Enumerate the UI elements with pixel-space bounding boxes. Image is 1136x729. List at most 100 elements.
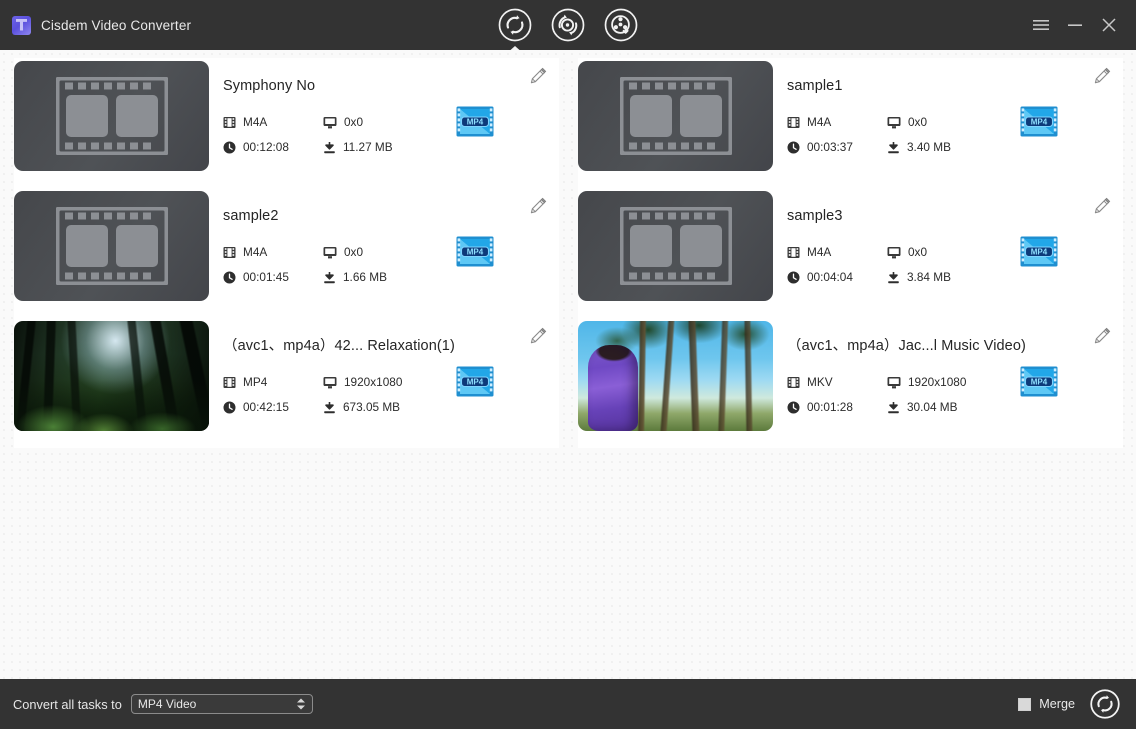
meta-format: M4A — [787, 115, 887, 129]
stepper-arrows-icon[interactable] — [296, 698, 305, 710]
task-metadata: MP4 1920x1080 00:42:15 673.05 MB — [223, 375, 463, 414]
svg-text:MP4: MP4 — [1031, 247, 1048, 256]
task-thumbnail — [578, 191, 773, 301]
meta-format-value: M4A — [807, 245, 832, 259]
meta-size-value: 3.40 MB — [907, 140, 951, 154]
meta-format: M4A — [787, 245, 887, 259]
task-row[interactable]: Symphony No M4A 0x0 00:12:08 11.27 MB MP… — [14, 58, 559, 188]
meta-duration-value: 00:42:15 — [243, 400, 289, 414]
start-convert-button[interactable] — [1088, 687, 1122, 721]
meta-format-value: M4A — [807, 115, 832, 129]
meta-size-value: 1.66 MB — [343, 270, 387, 284]
task-thumbnail — [578, 321, 773, 431]
task-metadata: M4A 0x0 00:12:08 11.27 MB — [223, 115, 463, 154]
cisdem-app-logo-icon — [12, 15, 31, 35]
task-info: （avc1、mp4a）Jac...l Music Video) MKV 1920… — [773, 318, 1123, 448]
tab-convert[interactable] — [496, 6, 534, 44]
meta-size: 3.40 MB — [887, 140, 1027, 154]
meta-resolution: 1920x1080 — [323, 375, 463, 389]
meta-duration: 00:03:37 — [787, 140, 887, 154]
task-row[interactable]: sample1 M4A 0x0 00:03:37 3.40 MB MP4 — [578, 58, 1123, 188]
meta-resolution-value: 0x0 — [908, 115, 928, 129]
task-info: sample2 M4A 0x0 00:01:45 1.66 MB MP4 — [209, 188, 559, 318]
pencil-edit-icon[interactable] — [527, 327, 547, 347]
tab-downloader[interactable] — [602, 6, 640, 44]
meta-format-value: M4A — [243, 115, 268, 129]
task-info: Symphony No M4A 0x0 00:12:08 11.27 MB MP… — [209, 58, 559, 188]
pencil-edit-icon[interactable] — [527, 67, 547, 87]
task-info: sample3 M4A 0x0 00:04:04 3.84 MB MP4 — [773, 188, 1123, 318]
output-format-badge[interactable]: MP4 — [1020, 106, 1058, 137]
meta-format-value: M4A — [243, 245, 268, 259]
task-thumbnail — [14, 321, 209, 431]
pencil-edit-icon[interactable] — [527, 197, 547, 217]
task-thumbnail — [14, 61, 209, 171]
meta-format: MP4 — [223, 375, 323, 389]
pencil-edit-icon[interactable] — [1091, 327, 1111, 347]
meta-duration: 00:04:04 — [787, 270, 887, 284]
meta-format: MKV — [787, 375, 887, 389]
task-title: sample3 — [787, 208, 843, 224]
meta-size-value: 673.05 MB — [343, 400, 401, 414]
meta-size: 11.27 MB — [323, 140, 463, 154]
merge-checkbox-box[interactable] — [1018, 697, 1032, 711]
meta-duration: 00:42:15 — [223, 400, 323, 414]
bottom-bar: Convert all tasks to MP4 Video Merge — [0, 679, 1136, 729]
window-controls — [1024, 0, 1136, 50]
meta-duration-value: 00:01:45 — [243, 270, 289, 284]
task-row[interactable]: sample3 M4A 0x0 00:04:04 3.84 MB MP4 — [578, 188, 1123, 318]
meta-format-value: MP4 — [243, 375, 268, 389]
convert-all-label: Convert all tasks to — [13, 696, 122, 712]
svg-text:MP4: MP4 — [467, 377, 484, 386]
merge-label: Merge — [1039, 697, 1075, 711]
output-format-badge[interactable]: MP4 — [456, 366, 494, 397]
output-format-select-value: MP4 Video — [137, 697, 197, 711]
meta-duration-value: 00:12:08 — [243, 140, 289, 154]
task-metadata: MKV 1920x1080 00:01:28 30.04 MB — [787, 375, 1027, 414]
meta-resolution-value: 0x0 — [344, 245, 364, 259]
hamburger-menu-icon[interactable] — [1024, 8, 1058, 42]
meta-format: M4A — [223, 115, 323, 129]
meta-format-value: MKV — [807, 375, 833, 389]
tab-dvd-ripper[interactable] — [549, 6, 587, 44]
minimize-icon[interactable] — [1058, 8, 1092, 42]
task-row[interactable]: sample2 M4A 0x0 00:01:45 1.66 MB MP4 — [14, 188, 559, 318]
meta-resolution: 0x0 — [323, 245, 463, 259]
meta-resolution-value: 0x0 — [908, 245, 928, 259]
task-thumbnail — [578, 61, 773, 171]
pencil-edit-icon[interactable] — [1091, 67, 1111, 87]
meta-size-value: 3.84 MB — [907, 270, 951, 284]
output-format-badge[interactable]: MP4 — [456, 106, 494, 137]
task-list-area: Symphony No M4A 0x0 00:12:08 11.27 MB MP… — [0, 50, 1136, 679]
meta-duration-value: 00:01:28 — [807, 400, 853, 414]
task-title: （avc1、mp4a）42... Relaxation(1) — [223, 338, 455, 354]
meta-resolution: 0x0 — [887, 245, 1027, 259]
meta-resolution: 0x0 — [323, 115, 463, 129]
meta-resolution-value: 1920x1080 — [908, 375, 967, 389]
task-title: sample1 — [787, 78, 843, 94]
task-thumbnail — [14, 191, 209, 301]
output-format-select[interactable]: MP4 Video — [130, 694, 313, 714]
task-info: sample1 M4A 0x0 00:03:37 3.40 MB MP4 — [773, 58, 1123, 188]
meta-size: 673.05 MB — [323, 400, 463, 414]
task-row[interactable]: （avc1、mp4a）42... Relaxation(1) MP4 1920x… — [14, 318, 559, 448]
task-metadata: M4A 0x0 00:04:04 3.84 MB — [787, 245, 1027, 284]
meta-size: 30.04 MB — [887, 400, 1027, 414]
meta-size-value: 11.27 MB — [343, 140, 393, 154]
meta-duration: 00:01:28 — [787, 400, 887, 414]
meta-size: 1.66 MB — [323, 270, 463, 284]
app-brand: Cisdem Video Converter — [0, 15, 192, 35]
task-metadata: M4A 0x0 00:03:37 3.40 MB — [787, 115, 1027, 154]
output-format-badge[interactable]: MP4 — [1020, 236, 1058, 267]
merge-checkbox[interactable]: Merge — [1018, 697, 1075, 711]
pencil-edit-icon[interactable] — [1091, 197, 1111, 217]
task-row[interactable]: （avc1、mp4a）Jac...l Music Video) MKV 1920… — [578, 318, 1123, 448]
output-format-badge[interactable]: MP4 — [1020, 366, 1058, 397]
app-title: Cisdem Video Converter — [41, 17, 192, 33]
output-format-badge[interactable]: MP4 — [456, 236, 494, 267]
close-icon[interactable] — [1092, 8, 1126, 42]
meta-duration: 00:12:08 — [223, 140, 323, 154]
meta-resolution-value: 0x0 — [344, 115, 364, 129]
output-format-badge-label: MP4 — [467, 117, 484, 126]
svg-text:MP4: MP4 — [1031, 117, 1048, 126]
